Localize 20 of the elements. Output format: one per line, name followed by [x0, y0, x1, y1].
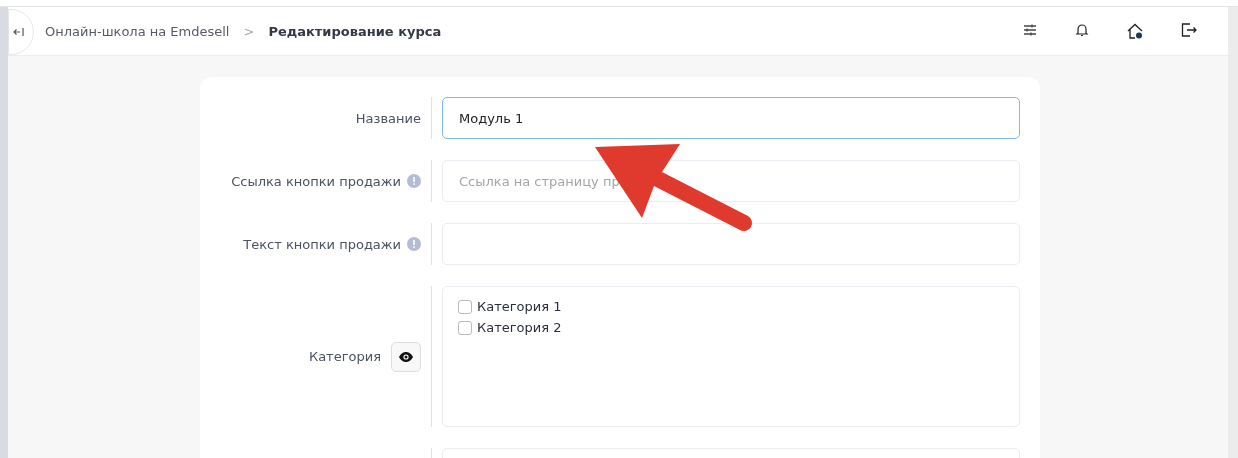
field-label: Ссылка кнопки продажи	[231, 173, 401, 189]
checkbox[interactable]	[458, 299, 472, 314]
checkbox-label[interactable]: Категория 1	[477, 299, 562, 314]
arrow-left-bar-icon	[13, 26, 25, 38]
text-field[interactable]: Модуль 1	[442, 97, 1020, 139]
breadcrumb-separator: >	[243, 23, 255, 39]
show-button[interactable]	[391, 341, 421, 372]
checkbox[interactable]	[458, 320, 472, 335]
field-label: Название	[355, 110, 421, 126]
breadcrumb-link[interactable]: Онлайн-школа на Emdesell	[45, 23, 230, 39]
breadcrumb-link[interactable]: Редактирование курса	[268, 23, 442, 39]
checkbox-label[interactable]: Категория 2	[477, 320, 562, 335]
logout-icon	[1180, 22, 1198, 38]
eye-icon	[399, 351, 413, 362]
text-field[interactable]	[442, 223, 1020, 265]
field-label: Категория	[308, 349, 381, 364]
field-label: Текст кнопки продажи	[243, 236, 401, 252]
sliders-icon	[1022, 22, 1038, 38]
home-icon	[1126, 22, 1144, 40]
bell-icon	[1074, 22, 1090, 38]
